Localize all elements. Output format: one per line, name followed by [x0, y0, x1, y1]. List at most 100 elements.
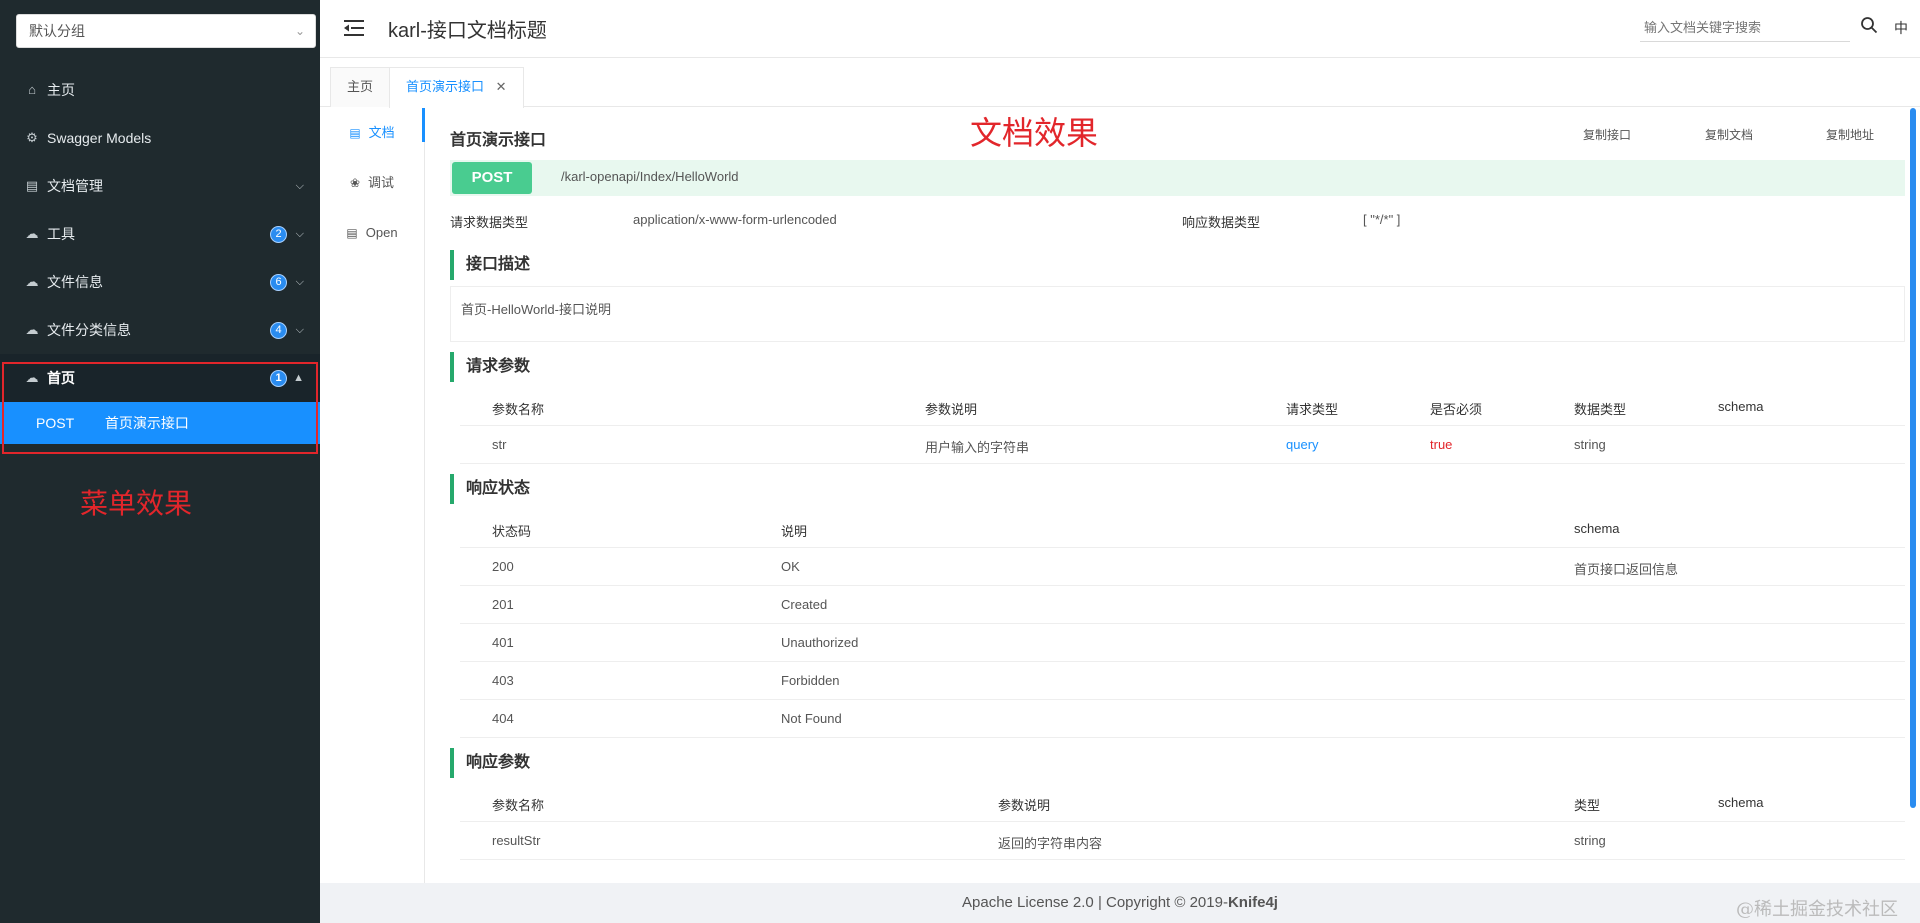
- table-cell: string: [1574, 833, 1606, 848]
- resp-type-value: [ "*/*" ]: [1363, 212, 1401, 227]
- cloud-icon: ☁: [25, 274, 39, 289]
- file-icon: ▤: [346, 226, 358, 240]
- request-params-table: 参数名称 参数说明 请求类型 是否必须 数据类型 schema str 用户输入…: [460, 388, 1905, 464]
- table-cell: 首页接口返回信息: [1574, 562, 1679, 577]
- table-cell: resultStr: [492, 833, 541, 848]
- menu-fold-icon[interactable]: [344, 18, 364, 38]
- count-badge: 6: [270, 274, 287, 291]
- tab-label: 主页: [347, 79, 374, 94]
- table-cell: 返回的字符串内容: [998, 836, 1103, 851]
- document-icon: ▤: [349, 126, 361, 140]
- sidebar-item-doc-management[interactable]: ▤ 文档管理 ⌵: [0, 162, 320, 210]
- count-badge: 2: [270, 226, 287, 243]
- sidebar-item-swagger-models[interactable]: ⚙ Swagger Models: [0, 114, 320, 162]
- group-select[interactable]: 默认分组 ⌄: [16, 14, 316, 48]
- table-header-cell: 参数说明: [925, 402, 978, 417]
- table-cell: 200: [492, 559, 514, 574]
- group-select-value: 默认分组: [29, 23, 85, 39]
- tab-bar: 主页 首页演示接口 ✕: [320, 59, 1920, 108]
- copy-doc-link[interactable]: 复制文档: [1705, 126, 1753, 143]
- table-header-cell: 参数名称: [492, 798, 545, 813]
- sidebar-item-label: 工具: [47, 226, 75, 242]
- table-cell: 用户输入的字符串: [925, 440, 1030, 455]
- sidebar-item-label: 文件信息: [47, 274, 103, 290]
- search-input[interactable]: [1640, 14, 1850, 42]
- table-header-row: 状态码 说明 schema: [460, 510, 1905, 548]
- subtab-doc[interactable]: ▤ 文档: [320, 108, 425, 158]
- table-header-cell: schema: [1718, 795, 1764, 810]
- doc-subtabs: ▤ 文档 ❀ 调试 ▤ Open: [320, 108, 425, 883]
- table-row: str 用户输入的字符串 query true string: [460, 426, 1905, 464]
- table-header-cell: 数据类型: [1574, 402, 1627, 417]
- copy-url-link[interactable]: 复制地址: [1826, 126, 1874, 143]
- table-header-cell: 说明: [781, 524, 808, 539]
- resp-type-label: 响应数据类型: [1182, 215, 1261, 230]
- table-row: 404 Not Found: [460, 700, 1905, 738]
- section-title-response-params: 响应参数: [450, 748, 530, 778]
- gear-icon: ⚙: [26, 130, 38, 145]
- table-header-cell: schema: [1718, 399, 1764, 414]
- api-endpoint-line: POST /karl-openapi/Index/HelloWorld: [450, 160, 1905, 196]
- sidebar-item-tools[interactable]: ☁ 工具 2 ⌵: [0, 210, 320, 258]
- table-row: resultStr 返回的字符串内容 string: [460, 822, 1905, 860]
- table-cell: OK: [781, 559, 800, 574]
- table-row: 401 Unauthorized: [460, 624, 1905, 662]
- copy-api-link[interactable]: 复制接口: [1583, 126, 1631, 143]
- table-cell: 404: [492, 711, 514, 726]
- cloud-icon: ☁: [25, 322, 39, 337]
- sidebar-item-file-info[interactable]: ☁ 文件信息 6 ⌵: [0, 258, 320, 306]
- table-header-cell: 类型: [1574, 798, 1601, 813]
- table-header-cell: 状态码: [492, 524, 532, 539]
- table-cell: Unauthorized: [781, 635, 859, 650]
- sidebar-item-label: 文档管理: [47, 178, 103, 194]
- table-cell: 403: [492, 673, 514, 688]
- footer-brand: Knife4j: [1227, 894, 1278, 911]
- table-cell: str: [492, 437, 507, 452]
- tab-home[interactable]: 主页: [330, 67, 391, 107]
- description-text: 首页-HelloWorld-接口说明: [461, 302, 611, 317]
- menu-annotation-caption: 菜单效果: [80, 488, 193, 519]
- tab-label: 首页演示接口: [406, 79, 485, 94]
- annotation-highlight-box: [2, 362, 318, 454]
- sidebar-item-file-category[interactable]: ☁ 文件分类信息 4 ⌵: [0, 306, 320, 354]
- content-scrollbar[interactable]: [1910, 108, 1916, 808]
- response-params-table: 参数名称 参数说明 类型 schema resultStr 返回的字符串内容 s…: [460, 784, 1905, 860]
- doc-content: 首页演示接口 文档效果 复制接口 复制文档 复制地址 POST /karl-op…: [425, 108, 1905, 883]
- chevron-down-icon: ⌵: [295, 180, 304, 192]
- search-icon[interactable]: [1860, 16, 1878, 34]
- count-badge: 4: [270, 322, 287, 339]
- section-title-response-status: 响应状态: [450, 474, 530, 504]
- table-header-cell: schema: [1574, 521, 1620, 536]
- table-cell: 201: [492, 597, 514, 612]
- table-row: 200 OK 首页接口返回信息: [460, 548, 1905, 586]
- subtab-label: Open: [365, 225, 398, 240]
- table-row: 403 Forbidden: [460, 662, 1905, 700]
- document-icon: ▤: [25, 178, 39, 193]
- section-title-description: 接口描述: [450, 250, 530, 280]
- table-cell: 401: [492, 635, 514, 650]
- watermark: @稀土掘金技术社区: [1736, 899, 1898, 920]
- subtab-label: 文档: [368, 125, 395, 140]
- sidebar-item-label: 文件分类信息: [47, 322, 131, 338]
- language-switch[interactable]: 中: [1894, 18, 1908, 38]
- table-cell: string: [1574, 437, 1606, 452]
- req-type-label: 请求数据类型: [450, 215, 529, 230]
- sidebar-item-home[interactable]: ⌂ 主页: [0, 66, 320, 114]
- footer-license-text: Apache License 2.0 | Copyright © 2019-: [962, 894, 1228, 911]
- description-box: 首页-HelloWorld-接口说明: [450, 286, 1905, 342]
- subtab-debug[interactable]: ❀ 调试: [320, 158, 424, 208]
- app-title: karl-接口文档标题: [388, 20, 547, 42]
- close-icon[interactable]: ✕: [496, 79, 507, 94]
- table-cell: query: [1286, 437, 1319, 452]
- tab-demo-api[interactable]: 首页演示接口 ✕: [389, 67, 524, 108]
- cloud-icon: ☁: [25, 226, 39, 241]
- subtab-open[interactable]: ▤ Open: [320, 208, 424, 258]
- footer: Apache License 2.0 | Copyright © 2019-Kn…: [320, 883, 1920, 923]
- doc-annotation-caption: 文档效果: [970, 115, 1099, 151]
- method-badge: POST: [452, 162, 532, 194]
- table-cell: true: [1430, 437, 1453, 452]
- table-header-cell: 是否必须: [1430, 402, 1483, 417]
- api-path: /karl-openapi/Index/HelloWorld: [561, 169, 739, 184]
- doc-title: 首页演示接口: [450, 132, 547, 149]
- sidebar: 默认分组 ⌄ ⌂ 主页 ⚙ Swagger Models ▤ 文档管理 ⌵ ☁ …: [0, 0, 320, 923]
